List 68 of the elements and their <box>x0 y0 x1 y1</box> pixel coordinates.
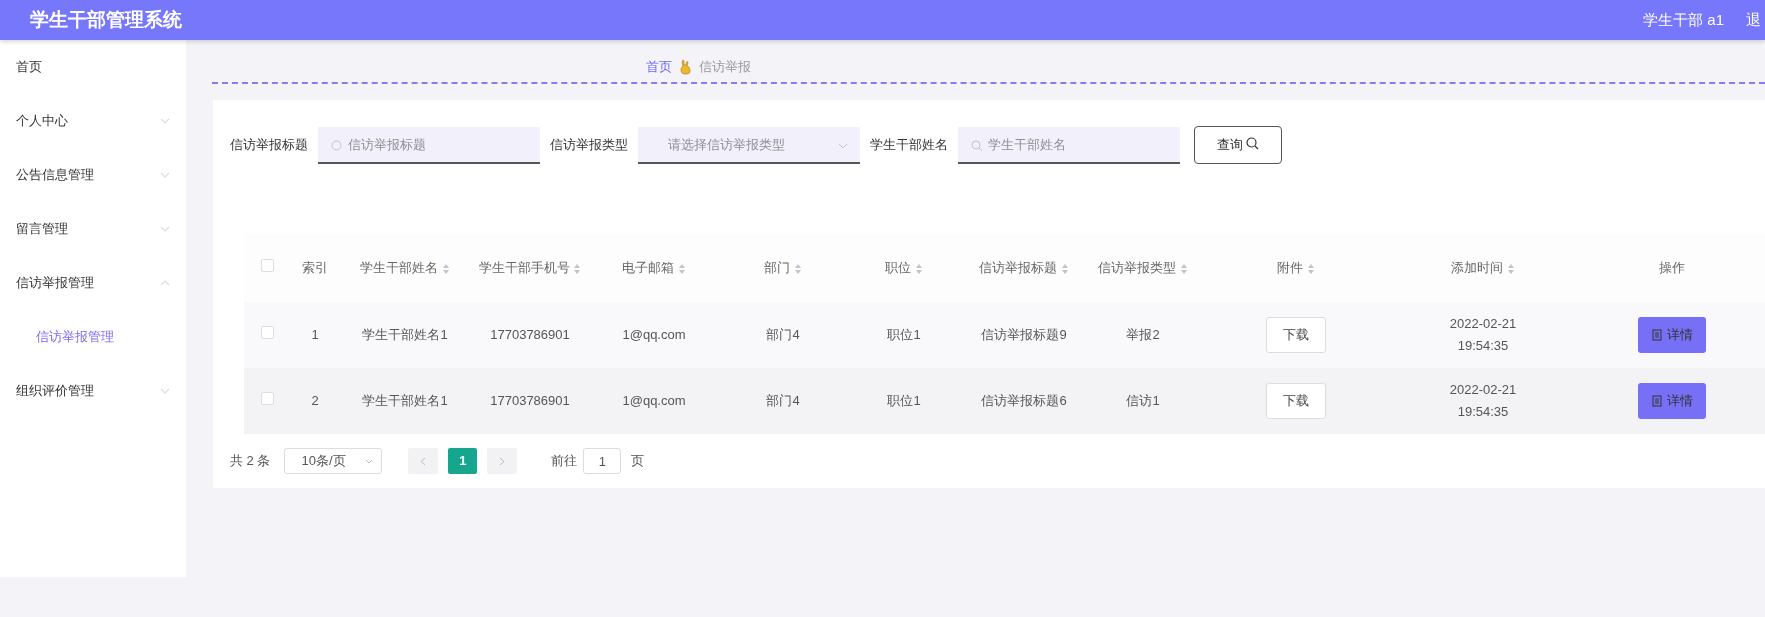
table-cell: 17703786901 <box>490 393 570 409</box>
breadcrumb-link[interactable]: 首页 <box>646 57 672 77</box>
column-header: 添加时间 <box>1451 260 1504 276</box>
table-cell: 举报2 <box>1126 327 1160 343</box>
sidebar-item[interactable]: 信访举报管理 <box>0 256 186 310</box>
sidebar-item[interactable]: 公告信息管理 <box>0 148 186 202</box>
search-icon <box>1246 137 1260 151</box>
app-title: 学生干部管理系统 <box>29 7 182 32</box>
column-header: 电子邮箱 <box>622 260 675 276</box>
table-cell: 部门4 <box>766 327 800 343</box>
sidebar-item[interactable]: 留言管理 <box>0 202 186 256</box>
column-header: 信访举报类型 <box>1098 260 1177 276</box>
download-button[interactable]: 下载 <box>1266 383 1326 419</box>
goto-label: 前往 <box>551 452 578 471</box>
column-header: 学生干部手机号 <box>478 260 570 276</box>
field-label: 信访举报类型 <box>550 136 628 155</box>
checkbox[interactable] <box>260 259 274 273</box>
chevron-right-icon <box>499 456 506 466</box>
logout-link[interactable]: 退 <box>1746 8 1761 32</box>
column-header: 职位 <box>885 260 912 276</box>
chevron-icon <box>365 458 374 464</box>
table-cell: 信访举报标题6 <box>981 393 1067 409</box>
column-header: 学生干部姓名 <box>360 260 439 276</box>
table-cell: 学生干部姓名1 <box>362 327 448 343</box>
table-cell: 17703786901 <box>490 327 570 343</box>
checkbox[interactable] <box>260 326 274 340</box>
search-field[interactable]: 信访举报标题 <box>318 126 540 164</box>
column-header: 信访举报标题 <box>979 260 1058 276</box>
table-cell: 1@qq.com <box>622 393 686 409</box>
page-size-select[interactable]: 10条/页 <box>284 448 383 474</box>
prev-page-button[interactable] <box>408 448 439 474</box>
table-cell: 部门4 <box>766 393 800 409</box>
column-header: 部门 <box>764 260 791 276</box>
chevron-icon <box>838 142 848 149</box>
submenu-item[interactable]: 信访举报管理 <box>0 310 186 364</box>
next-page-button[interactable] <box>487 448 518 474</box>
sidebar-item[interactable]: 组织评价管理 <box>0 364 186 418</box>
field-label: 信访举报标题 <box>230 136 308 155</box>
table-cell: 学生干部姓名1 <box>362 393 448 409</box>
table-cell-text: 2022-02-21 19:54:35 <box>1448 381 1518 421</box>
table-cell: 1 <box>311 327 319 343</box>
user-name: 学生干部 a1 <box>1643 9 1724 30</box>
sidebar-item[interactable]: 首页 <box>0 40 186 94</box>
page-input[interactable]: 1 <box>583 448 622 474</box>
total-count: 共 2 条 <box>230 452 271 471</box>
search-field[interactable]: 学生干部姓名 <box>958 126 1180 164</box>
table-cell: 信访举报标题9 <box>981 327 1067 343</box>
select-field[interactable]: 请选择信访举报类型 <box>638 126 860 164</box>
field-label: 学生干部姓名 <box>870 136 948 155</box>
sidebar-item[interactable]: 个人中心 <box>0 94 186 148</box>
document-icon <box>1651 395 1662 407</box>
column-header: 操作 <box>1659 260 1685 276</box>
download-button[interactable]: 下载 <box>1266 317 1326 353</box>
page-suffix: 页 <box>631 452 645 471</box>
query-button[interactable]: 查询 <box>1194 126 1282 164</box>
document-icon <box>1651 329 1662 341</box>
table-cell: 2 <box>311 393 319 409</box>
table-cell: 职位1 <box>887 327 921 343</box>
search-icon <box>971 139 983 152</box>
chevron-left-icon <box>420 456 427 466</box>
table-cell: 职位1 <box>887 393 921 409</box>
table-cell: 1@qq.com <box>622 327 686 343</box>
column-header: 索引 <box>302 260 328 276</box>
column-header: 附件 <box>1277 260 1304 276</box>
checkbox[interactable] <box>260 392 274 406</box>
table-cell: 信访1 <box>1126 393 1160 409</box>
circle-icon <box>331 139 342 151</box>
table-cell-text: 2022-02-21 19:54:35 <box>1448 315 1518 355</box>
